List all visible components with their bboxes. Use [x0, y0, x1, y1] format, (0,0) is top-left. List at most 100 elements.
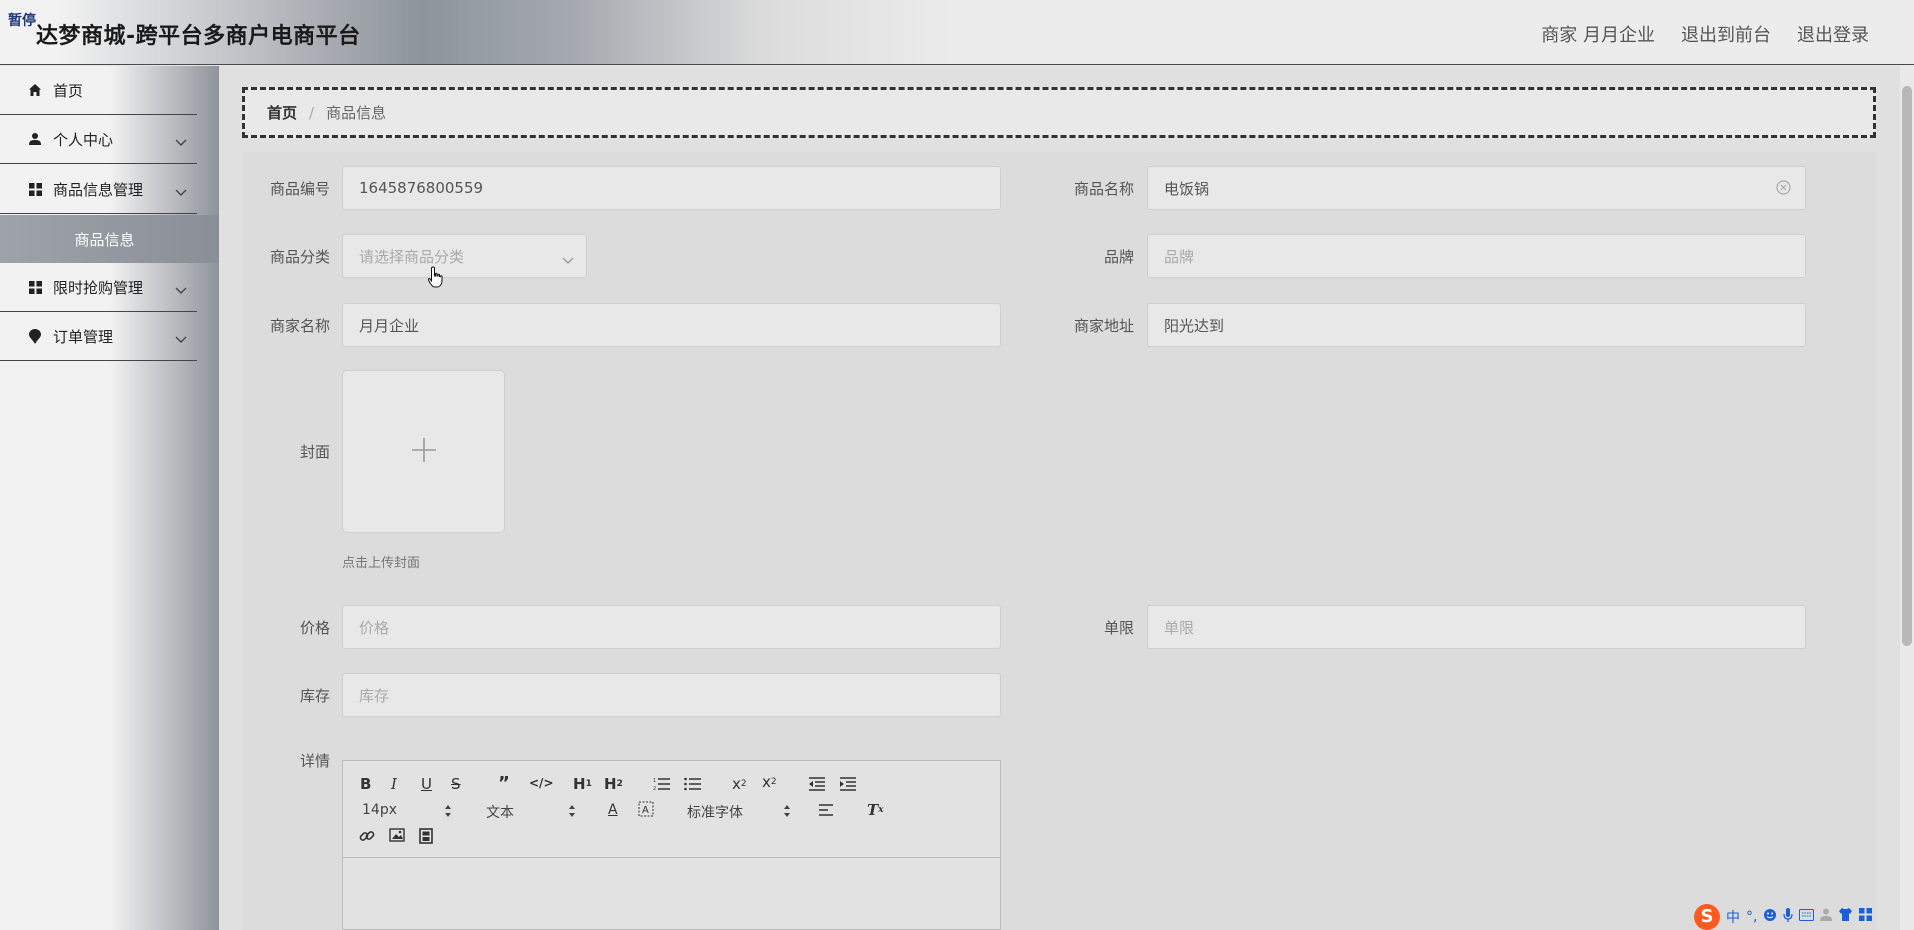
user-icon	[27, 131, 43, 147]
editor-toolbar: B I U S ” </> H1 H2 12 x2 x2 14px 文本 A A…	[343, 761, 1000, 858]
font-color-icon[interactable]: A	[608, 802, 618, 818]
bold-icon[interactable]: B	[360, 775, 371, 793]
sidebar-item-orders[interactable]: 订单管理	[0, 312, 197, 361]
home-icon	[27, 82, 43, 98]
indent-icon[interactable]	[839, 777, 857, 791]
chevron-down-icon	[175, 133, 187, 151]
brand-label: 品牌	[1103, 248, 1134, 266]
merchant-address-input[interactable]: 阳光达到	[1147, 303, 1806, 347]
vertical-scrollbar[interactable]	[1900, 66, 1914, 930]
sort-arrows-icon	[568, 804, 576, 822]
chevron-down-icon	[562, 251, 574, 269]
ime-mode-toggle[interactable]: 中	[1726, 907, 1740, 927]
chevron-down-icon	[175, 330, 187, 348]
bullet-list-icon[interactable]	[684, 777, 702, 791]
category-select[interactable]: 请选择商品分类	[342, 234, 587, 278]
background-color-icon[interactable]: A	[638, 801, 654, 817]
toolbox-grid-icon[interactable]	[1859, 908, 1873, 925]
text-type-select[interactable]: 文本	[486, 802, 578, 822]
merchant-label: 商家名称	[269, 317, 330, 335]
sidebar-item-label: 限时抢购管理	[53, 278, 144, 297]
ime-toolbar: S 中 °,	[1690, 903, 1914, 930]
breadcrumb-separator: /	[309, 103, 315, 122]
stock-input[interactable]: 库存	[342, 673, 1001, 717]
font-size-value: 14px	[362, 802, 397, 818]
detail-editor: B I U S ” </> H1 H2 12 x2 x2 14px 文本 A A…	[342, 760, 1001, 930]
grid-icon	[27, 181, 43, 197]
image-icon[interactable]	[389, 828, 405, 842]
link-icon[interactable]	[359, 828, 375, 844]
breadcrumb-current: 商品信息	[326, 104, 387, 122]
sidebar-item-label: 首页	[53, 81, 84, 100]
sidebar-item-home[interactable]: 首页	[0, 66, 197, 115]
user-account-icon[interactable]	[1820, 908, 1833, 925]
clear-format-icon[interactable]: Tx	[867, 801, 884, 819]
code-label: 商品编号	[269, 180, 330, 198]
font-family-value: 标准字体	[687, 805, 743, 821]
sidebar-item-profile[interactable]: 个人中心	[0, 115, 197, 164]
breadcrumb: 首页 / 商品信息	[242, 87, 1876, 138]
detail-label: 详情	[299, 752, 330, 770]
ordered-list-icon[interactable]: 12	[653, 777, 671, 791]
sidebar-item-product-management[interactable]: 商品信息管理	[0, 165, 197, 214]
cover-upload-tip: 点击上传封面	[342, 556, 421, 571]
sidebar: 首页 个人中心 商品信息管理 商品信息 限时抢购管理 订单管理	[0, 66, 219, 930]
outdent-icon[interactable]	[808, 777, 826, 791]
svg-text:A: A	[642, 805, 649, 816]
sidebar-subitem-product-info[interactable]: 商品信息	[0, 215, 219, 263]
stock-label: 库存	[299, 687, 330, 705]
font-size-select[interactable]: 14px	[362, 802, 454, 818]
keyboard-icon[interactable]	[1799, 908, 1815, 925]
hand-cursor-icon	[427, 266, 445, 292]
skin-shirt-icon[interactable]	[1838, 908, 1853, 925]
superscript-icon[interactable]: x2	[762, 773, 777, 791]
microphone-icon[interactable]	[1783, 907, 1794, 926]
merchant-name-input[interactable]: 月月企业	[342, 303, 1001, 347]
category-placeholder: 请选择商品分类	[359, 247, 465, 266]
quote-icon[interactable]: ”	[498, 773, 510, 794]
sidebar-item-flash-sale[interactable]: 限时抢购管理	[0, 263, 197, 312]
sidebar-item-label: 商品信息管理	[53, 180, 144, 199]
underline-icon[interactable]: U	[421, 775, 432, 793]
align-left-icon[interactable]	[818, 804, 834, 817]
app-title: 达梦商城-跨平台多商户电商平台	[36, 24, 361, 49]
breadcrumb-home[interactable]: 首页	[267, 102, 297, 123]
italic-icon[interactable]: I	[391, 775, 397, 793]
name-label: 商品名称	[1073, 180, 1134, 198]
merchant-user-link[interactable]: 商家 月月企业	[1541, 21, 1655, 47]
clear-icon[interactable]	[1776, 180, 1791, 199]
product-name-input[interactable]: 电饭锅	[1147, 166, 1806, 210]
cover-label: 封面	[299, 443, 330, 461]
ime-punctuation-toggle[interactable]: °,	[1746, 909, 1757, 925]
address-label: 商家地址	[1073, 317, 1134, 335]
back-to-front-link[interactable]: 退出到前台	[1681, 21, 1771, 47]
subscript-icon[interactable]: x2	[732, 775, 747, 793]
sort-arrows-icon	[444, 804, 452, 822]
header-nav: 商家 月月企业 退出到前台 退出登录	[1541, 21, 1869, 47]
price-label: 价格	[299, 619, 330, 637]
scrollbar-thumb[interactable]	[1902, 86, 1912, 646]
chevron-down-icon	[175, 281, 187, 299]
sidebar-item-label: 个人中心	[53, 130, 114, 149]
font-family-select[interactable]: 标准字体	[687, 802, 791, 822]
h2-icon[interactable]: H2	[604, 775, 623, 793]
strikethrough-icon[interactable]: S	[451, 775, 461, 793]
sidebar-item-label: 订单管理	[53, 327, 114, 346]
code-icon[interactable]: </>	[529, 776, 554, 790]
emoji-icon[interactable]	[1763, 908, 1777, 926]
price-input[interactable]: 价格	[342, 605, 1001, 649]
plus-icon	[410, 436, 438, 468]
limit-input[interactable]: 单限	[1147, 605, 1806, 649]
pause-badge[interactable]: 暂停	[8, 10, 36, 30]
product-code-input[interactable]: 1645876800559	[342, 166, 1001, 210]
video-icon[interactable]	[419, 828, 433, 844]
h1-icon[interactable]: H1	[573, 775, 592, 793]
pin-icon	[27, 328, 43, 344]
sogou-logo-icon[interactable]: S	[1694, 903, 1720, 930]
cover-upload[interactable]	[342, 370, 505, 533]
logout-link[interactable]: 退出登录	[1797, 21, 1869, 47]
brand-input[interactable]: 品牌	[1147, 234, 1806, 278]
chevron-down-icon	[175, 183, 187, 201]
top-header: 暂停 达梦商城-跨平台多商户电商平台 商家 月月企业 退出到前台 退出登录	[0, 0, 1914, 65]
limit-label: 单限	[1103, 619, 1134, 637]
